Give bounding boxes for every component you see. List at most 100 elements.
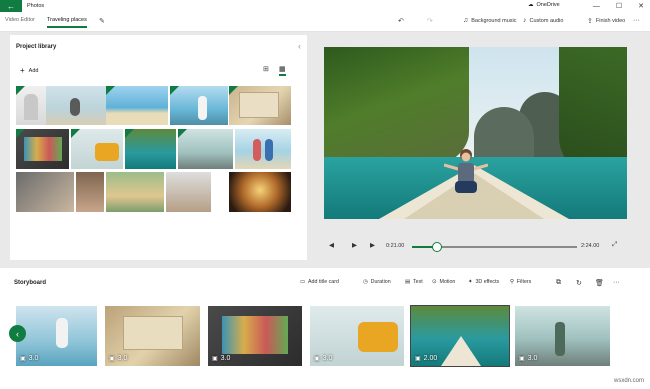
audio-icon: ♪	[523, 17, 527, 24]
library-thumbnail[interactable]	[16, 129, 69, 169]
add-label: Add	[28, 67, 39, 74]
minimize-button[interactable]: —	[593, 3, 600, 10]
back-button[interactable]: ←	[0, 0, 22, 12]
custom-audio-label: Custom audio	[529, 17, 564, 24]
library-thumbnail[interactable]	[178, 129, 233, 169]
library-thumbnail[interactable]	[16, 172, 74, 212]
collapse-chevron-icon[interactable]: ‹	[298, 41, 301, 51]
text-label: Text	[413, 279, 423, 285]
delete-icon[interactable]: 🗑	[595, 279, 604, 287]
close-button[interactable]: ✕	[638, 2, 644, 10]
text-button[interactable]: ▤ Text	[405, 279, 423, 285]
finish-video-label: Finish video	[595, 18, 626, 24]
library-thumbnail[interactable]	[76, 172, 104, 212]
title-bar: ← Photos ☁ OneDrive — ☐ ✕	[0, 0, 650, 12]
image-icon: ▣	[314, 356, 320, 362]
more-options-button[interactable]: ···	[633, 17, 640, 24]
library-thumbnail[interactable]	[46, 86, 106, 125]
next-frame-icon[interactable]: ▶	[370, 241, 375, 249]
storyboard-title: Storyboard	[14, 280, 47, 286]
export-icon: ⇪	[587, 18, 593, 25]
storyboard-clip[interactable]: ▣ 3.0	[310, 306, 404, 366]
library-thumbnail[interactable]	[235, 129, 291, 169]
video-preview[interactable]	[324, 47, 627, 219]
back-arrow-icon: ←	[7, 1, 15, 11]
add-title-card-button[interactable]: ▭ Add title card	[300, 279, 339, 285]
text-icon: ▤	[405, 279, 411, 285]
image-icon: ▣	[212, 356, 218, 362]
maximize-button[interactable]: ☐	[616, 2, 622, 10]
motion-icon: ⊙	[432, 279, 437, 285]
background-music-button[interactable]: ♫ Background music	[463, 17, 517, 24]
image-icon: ▣	[519, 356, 525, 362]
play-icon[interactable]: ▶	[352, 241, 357, 249]
clip-duration: ▣ 3.0	[109, 355, 128, 362]
storyboard-more-button[interactable]: ···	[613, 279, 620, 286]
project-name: Traveling places	[47, 17, 87, 23]
library-thumbnail[interactable]	[106, 86, 168, 125]
library-title: Project library	[16, 44, 57, 50]
traveler-figure	[444, 149, 488, 193]
seek-bar[interactable]	[412, 242, 577, 252]
chevron-left-icon: ‹	[16, 328, 19, 339]
library-thumbnail[interactable]	[106, 172, 164, 212]
redo-icon[interactable]: ↷	[427, 17, 433, 25]
onedrive-button[interactable]: ☁ OneDrive	[528, 2, 560, 8]
undo-icon[interactable]: ↶	[398, 17, 404, 25]
fullscreen-icon[interactable]: ⤢	[612, 241, 617, 249]
library-thumbnail[interactable]	[71, 129, 123, 169]
seek-handle[interactable]	[431, 242, 442, 252]
playback-controls: ◀ ▶ ▶ 0:21.00 2:24.00 ⤢	[324, 238, 627, 254]
breadcrumb-project[interactable]: Traveling places	[47, 17, 87, 28]
image-icon: ▣	[109, 356, 115, 362]
clip-duration: ▣ 3.0	[519, 355, 538, 362]
duration-label: Duration	[370, 279, 391, 285]
rename-pencil-icon[interactable]: ✎	[99, 17, 105, 25]
storyboard-clip-selected[interactable]: ▣ 2.00	[410, 305, 510, 367]
music-note-icon: ♫	[463, 17, 469, 24]
image-icon: ▣	[415, 356, 421, 362]
current-time: 0:21.00	[386, 243, 405, 249]
library-thumbnail[interactable]	[229, 172, 291, 212]
active-underline	[47, 26, 87, 28]
large-grid-view-icon[interactable]: ▦	[279, 65, 286, 76]
resize-icon[interactable]: ⧉	[556, 279, 561, 287]
total-time: 2:24.00	[581, 243, 600, 249]
library-thumbnail[interactable]	[16, 86, 46, 125]
storyboard-clip[interactable]: ▣ 3.0	[208, 306, 302, 366]
library-thumbnail[interactable]	[229, 86, 291, 125]
window-controls: — ☐ ✕	[593, 0, 644, 12]
previous-frame-icon[interactable]: ◀	[329, 241, 334, 249]
storyboard-clip[interactable]: ▣ 3.0	[16, 306, 97, 366]
custom-audio-button[interactable]: ♪ Custom audio	[523, 17, 563, 24]
motion-label: Motion	[439, 279, 456, 285]
library-thumbnail[interactable]	[125, 129, 176, 169]
watermark: wsxdn.com	[613, 378, 644, 384]
scroll-left-button[interactable]: ‹	[9, 325, 26, 342]
finish-video-button[interactable]: ⇪ Finish video	[587, 17, 625, 25]
filters-button[interactable]: ⚲ Filters	[510, 279, 531, 285]
filters-icon: ⚲	[510, 279, 514, 285]
storyboard-clip[interactable]: ▣ 3.0	[105, 306, 200, 366]
active-view-underline	[279, 74, 286, 76]
storyboard-panel: Storyboard ▭ Add title card ◷ Duration ▤…	[0, 268, 650, 389]
clip-duration: ▣ 3.0	[20, 355, 39, 362]
duration-button[interactable]: ◷ Duration	[363, 279, 391, 285]
speed-icon[interactable]: ↻	[576, 279, 582, 287]
breadcrumb-video-editor[interactable]: Video Editor	[5, 17, 35, 23]
cloud-icon: ☁	[528, 2, 534, 8]
grid-view-icon[interactable]: ⊞	[263, 65, 269, 73]
filters-label: Filters	[516, 279, 532, 285]
3d-effects-label: 3D effects	[475, 279, 500, 285]
add-media-button[interactable]: + Add	[20, 66, 38, 75]
3d-effects-icon: ✦	[468, 279, 473, 285]
library-thumbnail[interactable]	[170, 86, 228, 125]
3d-effects-button[interactable]: ✦ 3D effects	[468, 279, 499, 285]
plus-icon: +	[20, 66, 25, 75]
toolbar: Video Editor Traveling places ✎ ↶ ↷ ♫ Ba…	[0, 12, 650, 32]
library-thumbnail[interactable]	[166, 172, 211, 212]
motion-button[interactable]: ⊙ Motion	[432, 279, 455, 285]
storyboard-clip[interactable]: ▣ 3.0	[515, 306, 610, 366]
onedrive-label: OneDrive	[536, 2, 560, 8]
title-card-icon: ▭	[300, 279, 306, 285]
